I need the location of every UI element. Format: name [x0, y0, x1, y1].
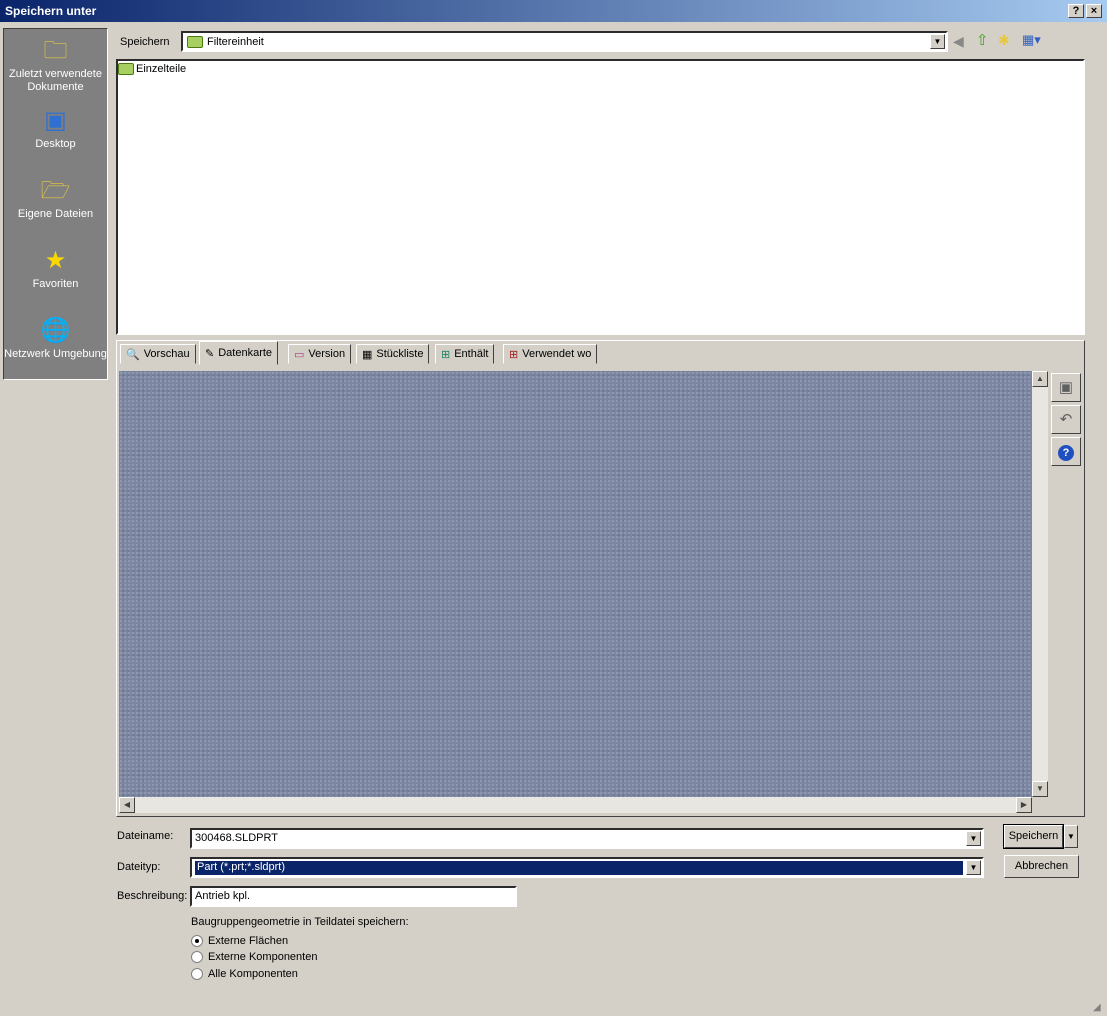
- undo-icon: ↶: [1059, 411, 1073, 428]
- folder-icon: [118, 63, 134, 75]
- close-button[interactable]: ×: [1086, 4, 1102, 18]
- tab-label: Stückliste: [376, 348, 424, 360]
- cancel-button[interactable]: Abbrechen: [1004, 855, 1079, 878]
- description-input[interactable]: Antrieb kpl.: [190, 886, 517, 907]
- network-icon: 🌐: [40, 317, 71, 344]
- help-card-button[interactable]: ?: [1051, 437, 1081, 466]
- save-card-button[interactable]: ▣: [1051, 373, 1081, 402]
- data-card-area[interactable]: [119, 371, 1032, 797]
- place-recent[interactable]: 🗀 Zuletzt verwendete Dokumente: [4, 37, 107, 94]
- file-list[interactable]: Einzelteile: [116, 59, 1085, 335]
- radio-button[interactable]: [191, 951, 203, 963]
- scroll-down-icon[interactable]: ▼: [1032, 781, 1048, 797]
- tab-enthaelt[interactable]: ⊞ Enthält: [435, 344, 495, 364]
- tab-version[interactable]: ▭ Version: [288, 344, 352, 364]
- place-desktop[interactable]: ▣ Desktop: [4, 107, 107, 151]
- undo-button[interactable]: ↶: [1051, 405, 1081, 434]
- chevron-down-icon[interactable]: ▼: [930, 34, 945, 49]
- place-label: Favoriten: [32, 278, 79, 290]
- location-combo[interactable]: Filtereinheit ▼: [181, 31, 948, 52]
- description-value: Antrieb kpl.: [195, 890, 251, 902]
- chevron-down-icon[interactable]: ▼: [966, 831, 981, 846]
- tab-vorschau[interactable]: 🔍 Vorschau: [120, 344, 196, 364]
- filename-label: Dateiname:: [117, 830, 174, 842]
- view-menu-icon[interactable]: ▦▾: [1022, 32, 1041, 48]
- scroll-up-icon[interactable]: ▲: [1032, 371, 1048, 387]
- window-title: Speichern unter: [5, 4, 97, 18]
- place-label: Zuletzt verwendete Dokumente: [9, 68, 102, 93]
- file-item[interactable]: Einzelteile: [118, 61, 1083, 77]
- help-button[interactable]: ?: [1068, 4, 1084, 18]
- option-label: Alle Komponenten: [208, 968, 298, 980]
- horizontal-scrollbar[interactable]: ◀ ▶: [119, 797, 1032, 813]
- favorites-icon: ★: [44, 247, 67, 274]
- folder-icon: [187, 35, 203, 48]
- place-label: Eigene Dateien: [17, 208, 94, 220]
- help-icon: ?: [1058, 445, 1074, 461]
- place-my-documents[interactable]: 🗁 Eigene Dateien: [4, 177, 107, 221]
- tab-datenkarte[interactable]: ✎ Datenkarte: [199, 341, 279, 365]
- place-favorites[interactable]: ★ Favoriten: [4, 247, 107, 291]
- tab-label: Datenkarte: [218, 347, 273, 359]
- location-label: Speichern: [120, 36, 170, 48]
- vertical-scrollbar[interactable]: ▲ ▼: [1032, 371, 1048, 797]
- tab-verwendet-wo[interactable]: ⊞ Verwendet wo: [503, 344, 598, 364]
- option-all-components[interactable]: Alle Komponenten: [191, 968, 298, 980]
- place-network[interactable]: 🌐 Netzwerk Umgebung: [4, 317, 107, 361]
- filetype-value: Part (*.prt;*.sldprt): [195, 861, 963, 875]
- option-label: Externe Flächen: [208, 935, 289, 947]
- recent-documents-icon: 🗀: [43, 37, 68, 64]
- geometry-group-label: Baugruppengeometrie in Teildatei speiche…: [191, 916, 409, 928]
- filename-input[interactable]: 300468.SLDPRT ▼: [190, 828, 984, 849]
- new-folder-icon[interactable]: ✱: [998, 32, 1010, 49]
- scroll-left-icon[interactable]: ◀: [119, 797, 135, 813]
- radio-button[interactable]: [191, 935, 203, 947]
- save-options-dropdown[interactable]: ▼: [1064, 825, 1078, 848]
- option-external-faces[interactable]: Externe Flächen: [191, 935, 288, 947]
- option-external-components[interactable]: Externe Komponenten: [191, 951, 317, 963]
- place-label: Desktop: [35, 138, 76, 150]
- preview-icon: 🔍: [126, 348, 140, 361]
- tab-label: Verwendet wo: [522, 348, 592, 360]
- chevron-down-icon[interactable]: ▼: [966, 860, 981, 875]
- tree-icon: ⊞: [441, 348, 451, 361]
- option-label: Externe Komponenten: [208, 951, 318, 963]
- disk-icon: ▣: [1058, 379, 1074, 396]
- filetype-label: Dateityp:: [117, 861, 161, 873]
- tab-label: Version: [308, 348, 346, 360]
- back-icon[interactable]: ◀: [953, 33, 964, 50]
- description-label: Beschreibung:: [117, 890, 188, 902]
- where-used-icon: ⊞: [509, 348, 519, 361]
- radio-button[interactable]: [191, 968, 203, 980]
- filename-value: 300468.SLDPRT: [195, 832, 278, 844]
- resize-grip-icon[interactable]: ◢: [1093, 1002, 1101, 1013]
- title-bar: Speichern unter: [0, 0, 1107, 22]
- tab-label: Vorschau: [143, 348, 190, 360]
- table-icon: ▦: [362, 348, 373, 361]
- location-value: Filtereinheit: [207, 35, 264, 48]
- book-icon: ▭: [294, 348, 305, 361]
- pencil-icon: ✎: [205, 347, 215, 360]
- my-documents-icon: 🗁: [40, 177, 71, 204]
- tab-label: Enthält: [454, 348, 489, 360]
- up-folder-icon[interactable]: ⇧: [976, 31, 989, 49]
- save-button[interactable]: Speichern: [1003, 824, 1064, 849]
- places-bar: 🗀 Zuletzt verwendete Dokumente ▣ Desktop 🗁…: [3, 28, 108, 380]
- place-label: Netzwerk Umgebung: [4, 348, 107, 360]
- tab-stueckliste[interactable]: ▦ Stückliste: [356, 344, 430, 364]
- scroll-right-icon[interactable]: ▶: [1016, 797, 1032, 813]
- desktop-icon: ▣: [44, 107, 67, 134]
- file-name: Einzelteile: [136, 63, 187, 75]
- filetype-select[interactable]: Part (*.prt;*.sldprt) ▼: [190, 857, 984, 878]
